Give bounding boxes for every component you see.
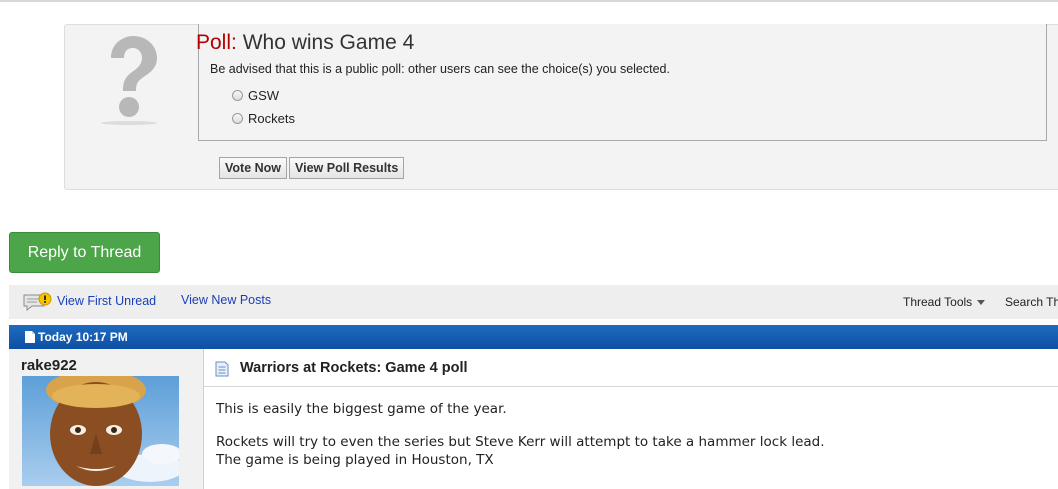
thread-toolbar — [9, 285, 1058, 319]
poll-option-label: Rockets — [248, 111, 295, 126]
post-text-line: Rockets will try to even the series but … — [216, 434, 825, 450]
view-first-unread-link[interactable]: View First Unread — [57, 294, 156, 308]
post-text-line: The game is being played in Houston, TX — [216, 452, 494, 468]
avatar[interactable] — [22, 376, 179, 486]
speech-bubble-icon — [23, 292, 52, 312]
chevron-down-icon — [977, 300, 986, 306]
top-divider — [0, 0, 1058, 2]
document-icon — [25, 331, 35, 343]
post-document-icon — [215, 361, 229, 377]
post-text-line: This is easily the biggest game of the y… — [216, 401, 507, 417]
post-title: Warriors at Rockets: Game 4 poll — [240, 360, 468, 376]
radio-button[interactable] — [232, 90, 243, 101]
poll-question: Who wins Game 4 — [242, 31, 415, 54]
search-thread-menu[interactable]: Search Th — [1005, 295, 1058, 309]
poll-option-label: GSW — [248, 88, 280, 103]
poll-option-rockets[interactable]: Rockets — [232, 111, 295, 126]
poll-label: Poll: — [196, 31, 237, 54]
radio-button[interactable] — [232, 113, 243, 124]
thread-tools-menu[interactable]: Thread Tools — [903, 295, 986, 309]
vote-now-button[interactable]: Vote Now — [219, 157, 288, 179]
thread-tools-label: Thread Tools — [903, 295, 973, 309]
poll-notice: Be advised that this is a public poll: o… — [210, 62, 670, 76]
post-header-bar: Today 10:17 PM — [9, 325, 1058, 349]
reply-to-thread-button[interactable]: Reply to Thread — [9, 232, 160, 273]
post-date: Today 10:17 PM — [38, 330, 128, 344]
view-poll-results-button[interactable]: View Poll Results — [289, 157, 405, 179]
post-username[interactable]: rake922 — [21, 357, 77, 374]
poll-option-gsw[interactable]: GSW — [232, 88, 279, 103]
question-mark-icon — [101, 36, 157, 125]
poll-title: Poll: Who wins Game 4 — [196, 31, 414, 55]
view-new-posts-link[interactable]: View New Posts — [181, 293, 271, 307]
